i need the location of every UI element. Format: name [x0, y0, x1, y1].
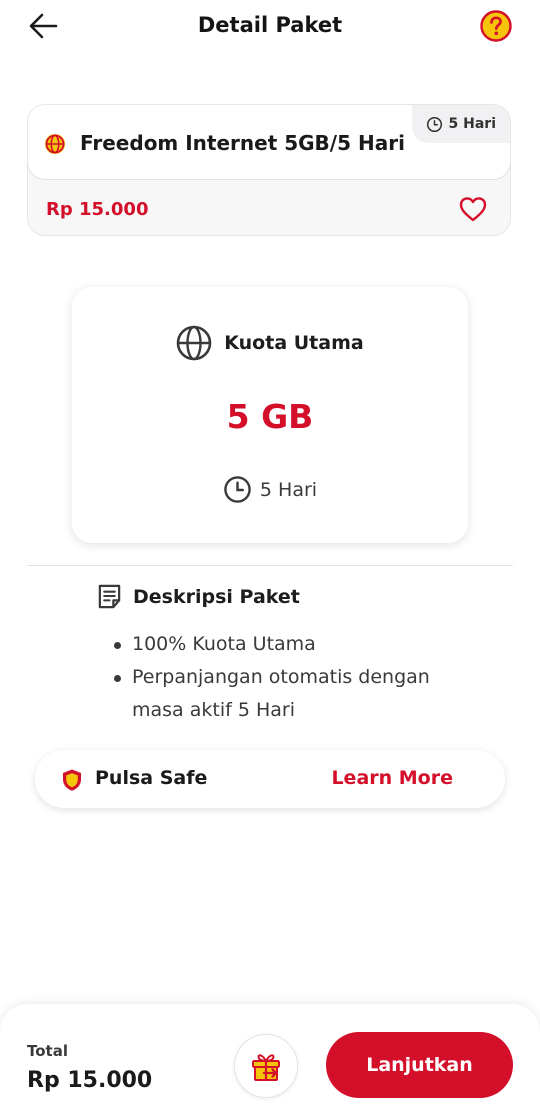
quota-label: Kuota Utama: [224, 332, 364, 354]
learn-more-link[interactable]: Learn More: [331, 767, 453, 789]
description-header: Deskripsi Paket: [96, 583, 300, 610]
favorite-button[interactable]: [458, 195, 488, 223]
divider: [27, 565, 513, 566]
package-card-top: 5 Hari Freedom Internet 5GB/5 Hari: [28, 105, 510, 180]
total-label: Total: [27, 1042, 68, 1060]
globe-icon: [45, 134, 65, 154]
description-item: Perpanjangan otomatis dengan masa aktif …: [112, 661, 472, 727]
package-card[interactable]: 5 Hari Freedom Internet 5GB/5 Hari Rp 15…: [27, 104, 511, 236]
clock-icon: [224, 476, 251, 503]
total-amount: Rp 15.000: [27, 1068, 153, 1093]
pulsa-safe-card: Pulsa Safe Learn More: [35, 750, 505, 808]
quota-amount: 5 GB: [226, 397, 314, 436]
pulsa-safe-label: Pulsa Safe: [95, 767, 208, 789]
shield-icon: [63, 769, 81, 791]
quota-card: Kuota Utama 5 GB 5 Hari: [72, 287, 468, 543]
continue-button[interactable]: Lanjutkan: [326, 1032, 513, 1098]
question-circle-icon: [480, 10, 512, 42]
gift-button[interactable]: [234, 1034, 298, 1098]
app-header: Detail Paket: [0, 0, 540, 56]
clock-icon: [426, 116, 442, 132]
description-title: Deskripsi Paket: [133, 585, 300, 608]
duration-tag: 5 Hari: [411, 105, 510, 143]
globe-icon: [176, 325, 212, 361]
heart-icon: [459, 197, 487, 222]
description-list: 100% Kuota Utama Perpanjangan otomatis d…: [112, 628, 472, 727]
help-button[interactable]: [480, 10, 512, 42]
page-title: Detail Paket: [197, 13, 343, 37]
package-name: Freedom Internet 5GB/5 Hari: [80, 131, 405, 155]
description-item: 100% Kuota Utama: [112, 628, 472, 661]
document-icon: [98, 584, 121, 609]
duration-tag-label: 5 Hari: [448, 116, 496, 132]
quota-duration: 5 Hari: [72, 475, 468, 504]
quota-header: Kuota Utama: [72, 325, 468, 361]
quota-duration-label: 5 Hari: [259, 478, 318, 501]
package-price: Rp 15.000: [46, 199, 149, 220]
checkout-bar: Total Rp 15.000 Lanjutkan: [0, 1004, 540, 1117]
gift-icon: [252, 1054, 280, 1081]
